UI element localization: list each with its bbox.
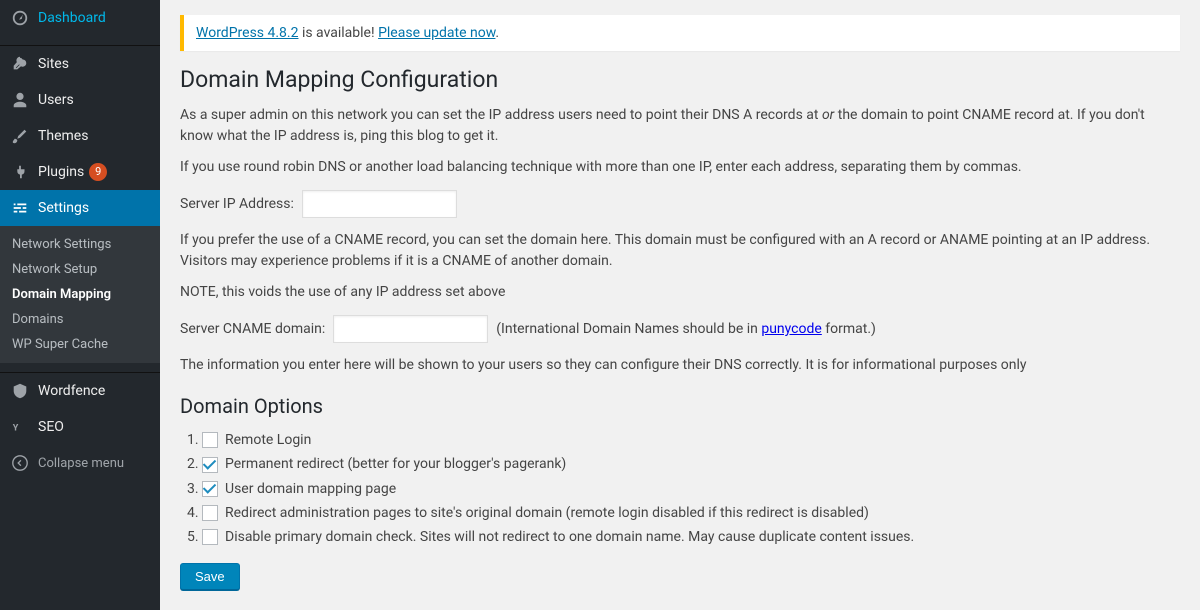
cname-info: If you prefer the use of a CNAME record,… bbox=[180, 230, 1180, 272]
round-robin-info: If you use round robin DNS or another lo… bbox=[180, 157, 1180, 178]
submenu-wp-super-cache[interactable]: WP Super Cache bbox=[0, 332, 160, 357]
server-ip-input[interactable] bbox=[302, 190, 457, 218]
sidebar-item-users[interactable]: Users bbox=[0, 82, 160, 118]
option-label: User domain mapping page bbox=[225, 481, 396, 497]
intro-or: or bbox=[822, 107, 834, 123]
domain-options-list: Remote Login Permanent redirect (better … bbox=[202, 428, 1180, 549]
user-icon bbox=[10, 90, 30, 110]
intro-paragraph: As a super admin on this network you can… bbox=[180, 105, 1180, 147]
collapse-icon bbox=[10, 453, 30, 473]
update-now-link[interactable]: Please update now bbox=[378, 25, 495, 41]
sidebar-item-wordfence[interactable]: Wordfence bbox=[0, 373, 160, 409]
collapse-label: Collapse menu bbox=[38, 456, 124, 471]
cname-hint: (International Domain Names should be in… bbox=[496, 321, 876, 337]
cname-hint-a: (International Domain Names should be in bbox=[496, 321, 761, 337]
option-permanent-redirect: Permanent redirect (better for your blog… bbox=[202, 452, 1180, 476]
brush-icon bbox=[10, 126, 30, 146]
option-remote-login: Remote Login bbox=[202, 428, 1180, 452]
sidebar-item-label: Sites bbox=[38, 56, 69, 72]
sidebar-item-seo[interactable]: Y SEO bbox=[0, 409, 160, 445]
seo-icon: Y bbox=[10, 417, 30, 437]
sidebar-item-dashboard[interactable]: Dashboard bbox=[0, 0, 160, 36]
main-content: WordPress 4.8.2 is available! Please upd… bbox=[160, 0, 1200, 610]
option-label: Permanent redirect (better for your blog… bbox=[225, 456, 566, 472]
wp-version-link[interactable]: WordPress 4.8.2 bbox=[196, 25, 298, 41]
option-checkbox-5[interactable] bbox=[202, 529, 218, 545]
server-ip-label: Server IP Address: bbox=[180, 196, 294, 212]
option-checkbox-4[interactable] bbox=[202, 505, 218, 521]
submenu-network-setup[interactable]: Network Setup bbox=[0, 257, 160, 282]
collapse-menu[interactable]: Collapse menu bbox=[0, 445, 160, 481]
submenu-domain-mapping[interactable]: Domain Mapping bbox=[0, 282, 160, 307]
notice-text: is available! bbox=[298, 25, 378, 41]
submenu-network-settings[interactable]: Network Settings bbox=[0, 232, 160, 257]
page-title: Domain Mapping Configuration bbox=[180, 66, 1180, 93]
server-cname-input[interactable] bbox=[333, 315, 488, 343]
sidebar-item-label: Dashboard bbox=[38, 10, 106, 26]
domain-options-title: Domain Options bbox=[180, 394, 1180, 418]
plug-icon bbox=[10, 162, 30, 182]
submenu-domains[interactable]: Domains bbox=[0, 307, 160, 332]
option-redirect-admin: Redirect administration pages to site's … bbox=[202, 501, 1180, 525]
plugins-badge: 9 bbox=[89, 163, 107, 181]
option-checkbox-1[interactable] bbox=[202, 432, 218, 448]
sidebar-item-label: Settings bbox=[38, 200, 89, 216]
sidebar-item-label: SEO bbox=[38, 419, 64, 435]
server-cname-label: Server CNAME domain: bbox=[180, 321, 325, 337]
server-cname-row: Server CNAME domain: (International Doma… bbox=[180, 315, 1180, 343]
punycode-link[interactable]: punycode bbox=[761, 321, 821, 337]
shield-icon bbox=[10, 381, 30, 401]
sidebar-item-themes[interactable]: Themes bbox=[0, 118, 160, 154]
option-label: Remote Login bbox=[225, 432, 311, 448]
option-checkbox-3[interactable] bbox=[202, 481, 218, 497]
dashboard-icon bbox=[10, 8, 30, 28]
svg-text:Y: Y bbox=[13, 424, 19, 434]
server-ip-row: Server IP Address: bbox=[180, 190, 1180, 218]
cname-hint-b: format.) bbox=[822, 321, 876, 337]
sidebar-item-label: Plugins bbox=[38, 164, 84, 180]
admin-sidebar: Dashboard Sites Users Themes Plugins 9 S… bbox=[0, 0, 160, 610]
update-notice: WordPress 4.8.2 is available! Please upd… bbox=[180, 15, 1180, 51]
sidebar-item-label: Themes bbox=[38, 128, 88, 144]
notice-end: . bbox=[495, 25, 499, 41]
sidebar-item-label: Wordfence bbox=[38, 383, 105, 399]
cname-note: NOTE, this voids the use of any IP addre… bbox=[180, 282, 1180, 303]
network-icon bbox=[10, 54, 30, 74]
option-user-domain-mapping: User domain mapping page bbox=[202, 477, 1180, 501]
option-label: Disable primary domain check. Sites will… bbox=[225, 529, 914, 545]
settings-submenu: Network Settings Network Setup Domain Ma… bbox=[0, 226, 160, 363]
option-label: Redirect administration pages to site's … bbox=[225, 505, 869, 521]
sidebar-item-label: Users bbox=[38, 92, 74, 108]
sliders-icon bbox=[10, 198, 30, 218]
sidebar-item-plugins[interactable]: Plugins 9 bbox=[0, 154, 160, 190]
sidebar-item-settings[interactable]: Settings bbox=[0, 190, 160, 226]
sidebar-item-sites[interactable]: Sites bbox=[0, 46, 160, 82]
option-disable-primary-check: Disable primary domain check. Sites will… bbox=[202, 525, 1180, 549]
save-button[interactable]: Save bbox=[180, 563, 240, 590]
intro-text-a: As a super admin on this network you can… bbox=[180, 107, 822, 123]
info-line: The information you enter here will be s… bbox=[180, 355, 1180, 376]
option-checkbox-2[interactable] bbox=[202, 457, 218, 473]
